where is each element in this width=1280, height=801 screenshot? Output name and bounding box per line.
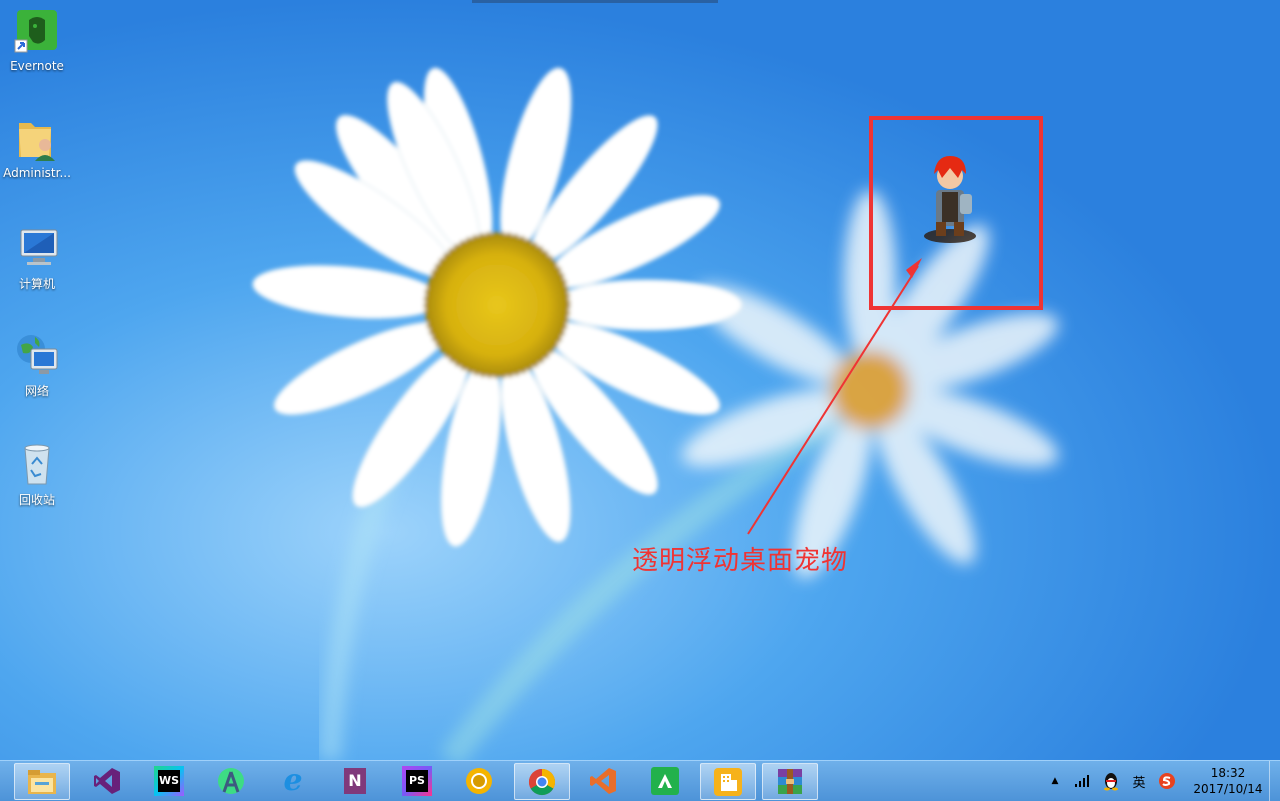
taskbar-android-studio[interactable] bbox=[204, 763, 258, 798]
top-window-edge bbox=[472, 0, 718, 3]
onenote-icon: N bbox=[340, 766, 370, 796]
vscode-icon bbox=[588, 766, 618, 796]
annotation-highlight-box bbox=[869, 116, 1043, 310]
qq-penguin-icon[interactable] bbox=[1100, 770, 1122, 792]
taskbar-chrome[interactable] bbox=[514, 763, 570, 800]
desktop-icon-computer[interactable]: 计算机 bbox=[0, 224, 74, 292]
taskbar-file-explorer[interactable] bbox=[14, 763, 70, 800]
desktop-icon-administrator[interactable]: Administr... bbox=[0, 115, 74, 180]
taskbar-green-app[interactable] bbox=[638, 763, 692, 798]
taskbar-vscode[interactable] bbox=[576, 763, 630, 798]
network-icon bbox=[13, 331, 61, 379]
recycle-bin-icon bbox=[13, 440, 61, 488]
phpstorm-icon: PS bbox=[402, 765, 432, 796]
input-method-indicator[interactable]: 英 bbox=[1128, 770, 1150, 792]
chrome-canary-icon bbox=[464, 766, 494, 796]
green-app-icon bbox=[650, 766, 680, 796]
winrar-icon bbox=[775, 767, 805, 797]
taskbar-winrar[interactable] bbox=[762, 763, 818, 800]
desktop-icon-label: Evernote bbox=[10, 59, 64, 73]
desktop-icon-network[interactable]: 网络 bbox=[0, 331, 74, 399]
taskbar-phpstorm[interactable]: PS bbox=[390, 763, 444, 798]
taskbar-visual-studio[interactable] bbox=[80, 763, 134, 798]
taskbar-webstorm[interactable]: WS bbox=[142, 763, 196, 798]
sogou-input-icon[interactable] bbox=[1156, 770, 1178, 792]
annotation-label: 透明浮动桌面宠物 bbox=[632, 546, 849, 576]
taskbar-onenote[interactable]: N bbox=[328, 763, 382, 798]
system-tray: ▲ 英 18:32 2017/10/14 bbox=[1041, 761, 1280, 801]
computer-icon bbox=[13, 224, 61, 272]
taskbar-internet-explorer[interactable]: e bbox=[266, 763, 320, 798]
taskbar: WS e N PS ▲ 英 18:32 2017/10/14 bbox=[0, 760, 1280, 801]
network-signal-icon[interactable] bbox=[1072, 770, 1094, 792]
android-studio-icon bbox=[216, 766, 246, 796]
user-folder-icon bbox=[13, 115, 61, 163]
taskbar-building-app[interactable] bbox=[700, 763, 756, 800]
taskbar-clock[interactable]: 18:32 2017/10/14 bbox=[1187, 765, 1269, 797]
building-icon bbox=[713, 767, 743, 797]
visual-studio-icon bbox=[92, 766, 122, 796]
desktop-icon-label: 回收站 bbox=[18, 493, 55, 507]
clock-date: 2017/10/14 bbox=[1193, 782, 1263, 796]
evernote-icon bbox=[13, 8, 61, 56]
desktop-icon-label: Administr... bbox=[3, 166, 71, 180]
ie-icon: e bbox=[283, 763, 303, 798]
folder-icon bbox=[27, 767, 57, 797]
chrome-icon bbox=[527, 767, 557, 797]
show-hidden-icons-chevron-up-icon[interactable]: ▲ bbox=[1044, 770, 1066, 792]
desktop-icon-evernote[interactable]: Evernote bbox=[0, 8, 74, 73]
taskbar-chrome-canary[interactable] bbox=[452, 763, 506, 798]
show-desktop-button[interactable] bbox=[1269, 761, 1280, 801]
desktop-wallpaper bbox=[0, 0, 1280, 760]
desktop-icon-label: 计算机 bbox=[18, 277, 55, 291]
desktop-icon-recycle-bin[interactable]: 回收站 bbox=[0, 440, 74, 508]
webstorm-icon: WS bbox=[154, 765, 184, 796]
clock-time: 18:32 bbox=[1210, 766, 1246, 780]
desktop-icon-label: 网络 bbox=[24, 384, 49, 398]
